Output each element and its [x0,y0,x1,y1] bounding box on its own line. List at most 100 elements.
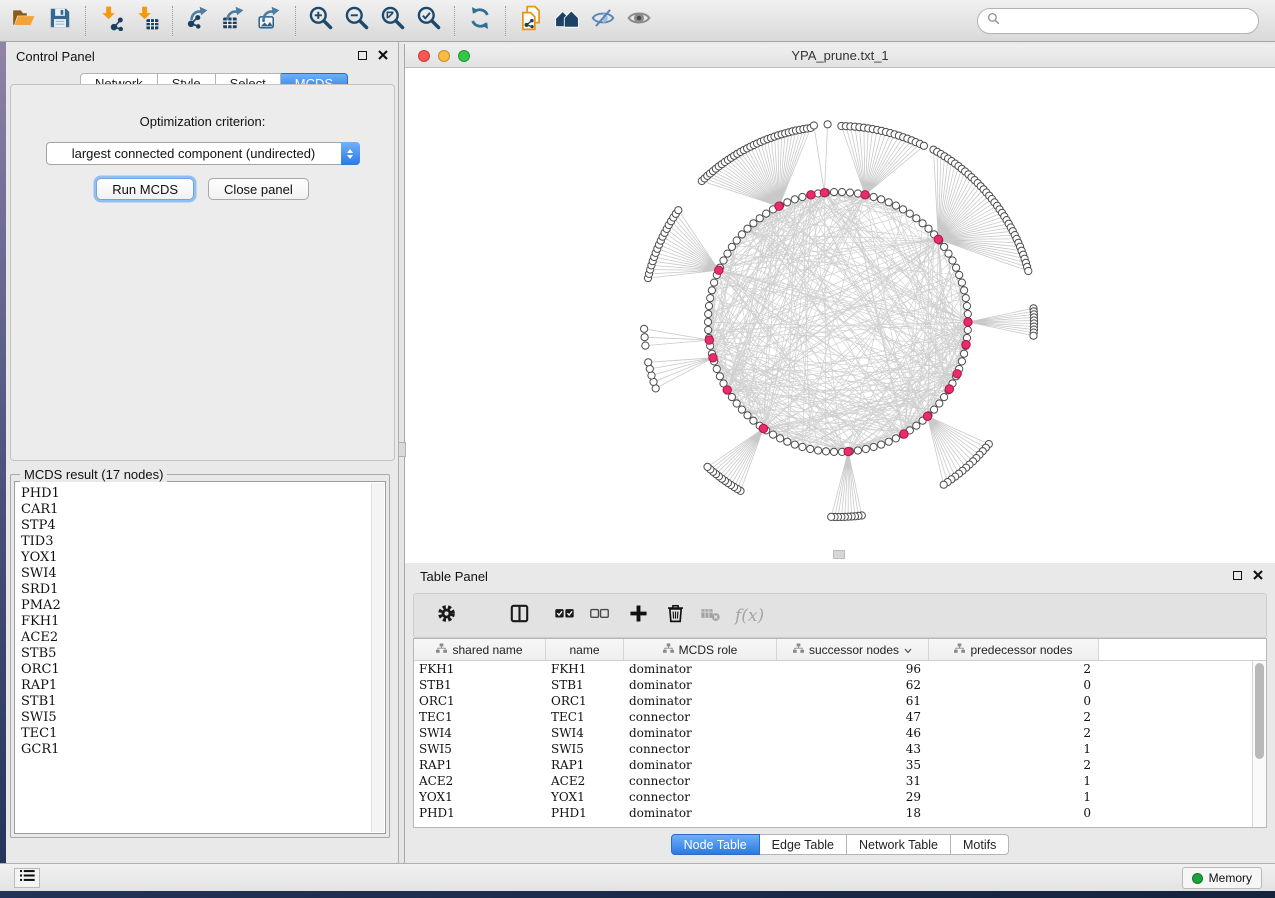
gear-button[interactable] [436,603,457,629]
float-table-panel-icon[interactable] [1233,571,1242,580]
window-minimize-button[interactable] [438,50,450,62]
search-icon [987,12,1000,30]
table-row[interactable]: SWI4SWI4dominator462 [414,725,1252,741]
import-network-button[interactable] [93,4,129,38]
task-history-button[interactable] [14,868,40,888]
export-image-button[interactable] [252,4,288,38]
export-network-icon [185,5,211,36]
mcds-result-node[interactable]: ACE2 [15,630,385,646]
vertical-splitter-grip[interactable] [398,442,406,457]
mcds-result-node[interactable]: TEC1 [15,726,385,742]
result-list-scrollbar[interactable] [371,483,384,832]
tab-node-table[interactable]: Node Table [671,834,760,855]
select-all-button[interactable] [554,603,575,629]
mcds-result-node[interactable]: STB5 [15,646,385,662]
window-close-button[interactable] [418,50,430,62]
mcds-result-node[interactable]: SWI5 [15,710,385,726]
column-header-mcds-role[interactable]: MCDS role [624,639,777,660]
mcds-result-node[interactable]: PMA2 [15,598,385,614]
network-view[interactable] [405,68,1275,563]
zoom-selected-button[interactable] [411,4,447,38]
open-file-button[interactable] [6,4,42,38]
float-panel-icon[interactable] [358,51,367,60]
close-panel-icon[interactable] [378,50,388,60]
mcds-result-node[interactable]: RAP1 [15,678,385,694]
run-mcds-button[interactable]: Run MCDS [96,178,194,200]
zoom-fit-button[interactable] [375,4,411,38]
deselect-all-button[interactable] [589,603,610,629]
mcds-result-node[interactable]: YOX1 [15,550,385,566]
table-row[interactable]: RAP1RAP1dominator352 [414,757,1252,773]
cell-mcds-role: dominator [624,662,777,676]
cell-successor-nodes: 47 [777,710,929,724]
columns-button[interactable] [509,603,530,629]
column-header-successor-nodes[interactable]: successor nodes [777,639,929,660]
horizontal-splitter-grip[interactable] [833,550,845,559]
attribute-type-icon [663,643,674,657]
table-row[interactable]: STB1STB1dominator620 [414,677,1252,693]
close-table-panel-icon[interactable] [1253,570,1263,580]
table-scrollbar[interactable] [1252,661,1266,827]
delete-button[interactable] [665,603,686,629]
mcds-result-node[interactable]: GCR1 [15,742,385,758]
mcds-result-list[interactable]: PHD1CAR1STP4TID3YOX1SWI4SRD1PMA2FKH1ACE2… [14,481,386,834]
memory-button[interactable]: Memory [1182,867,1262,889]
column-menu-icon[interactable] [904,643,912,657]
zoom-in-button[interactable] [303,4,339,38]
tab-network-table[interactable]: Network Table [847,834,951,855]
network-overview-button[interactable] [549,4,585,38]
table-row[interactable]: SWI5SWI5connector431 [414,741,1252,757]
export-network-button[interactable] [180,4,216,38]
table-scrollbar-thumb[interactable] [1255,663,1264,759]
mcds-result-node[interactable]: STP4 [15,518,385,534]
table-row[interactable]: YOX1YOX1connector291 [414,789,1252,805]
refresh-button[interactable] [462,4,498,38]
zoom-out-button[interactable] [339,4,375,38]
cell-name: SWI4 [546,726,624,740]
table-row[interactable]: TEC1TEC1connector472 [414,709,1252,725]
mcds-result-node[interactable]: CAR1 [15,502,385,518]
tab-edge-table[interactable]: Edge Table [760,834,847,855]
export-image-icon [257,5,283,36]
close-panel-button[interactable]: Close panel [208,178,309,200]
tab-motifs[interactable]: Motifs [951,834,1009,855]
save-session-button[interactable] [42,4,78,38]
show-graphics-details-button[interactable] [621,4,657,38]
cell-shared-name: ACE2 [414,774,546,788]
table-row[interactable]: FKH1FKH1dominator962 [414,661,1252,677]
optimization-criterion-label: Optimization criterion: [11,114,394,129]
column-header-predecessor-nodes[interactable]: predecessor nodes [929,639,1099,660]
mcds-result-node[interactable]: SWI4 [15,566,385,582]
table-panel-title: Table Panel [420,569,488,584]
table-panel: Table Panel f(x) shared namenameMCDS rol… [405,563,1275,863]
cell-predecessor-nodes: 1 [929,790,1099,804]
mcds-result-node[interactable]: ORC1 [15,662,385,678]
network-window-titlebar[interactable]: YPA_prune.txt_1 [405,44,1275,68]
import-table-button[interactable] [129,4,165,38]
mcds-result-node[interactable]: FKH1 [15,614,385,630]
duplicate-network-button[interactable] [513,4,549,38]
mcds-result-node[interactable]: TID3 [15,534,385,550]
cell-name: SWI5 [546,742,624,756]
mcds-result-node[interactable]: PHD1 [15,486,385,502]
optimization-criterion-select[interactable]: largest connected component (undirected) [46,142,360,165]
cell-name: ORC1 [546,694,624,708]
export-table-button[interactable] [216,4,252,38]
cell-mcds-role: dominator [624,678,777,692]
add-button[interactable] [628,603,649,629]
cell-successor-nodes: 61 [777,694,929,708]
table-row[interactable]: PHD1PHD1dominator180 [414,805,1252,821]
column-header-shared-name[interactable]: shared name [414,639,546,660]
search-input[interactable] [1006,14,1249,29]
cell-name: RAP1 [546,758,624,772]
mcds-result-node[interactable]: SRD1 [15,582,385,598]
table-row[interactable]: ORC1ORC1dominator610 [414,693,1252,709]
window-zoom-button[interactable] [458,50,470,62]
cell-name: TEC1 [546,710,624,724]
table-row[interactable]: ACE2ACE2connector311 [414,773,1252,789]
hide-graphics-details-button[interactable] [585,4,621,38]
search-box[interactable] [977,8,1259,34]
export-table-icon [221,5,247,36]
column-header-name[interactable]: name [546,639,624,660]
mcds-result-node[interactable]: STB1 [15,694,385,710]
